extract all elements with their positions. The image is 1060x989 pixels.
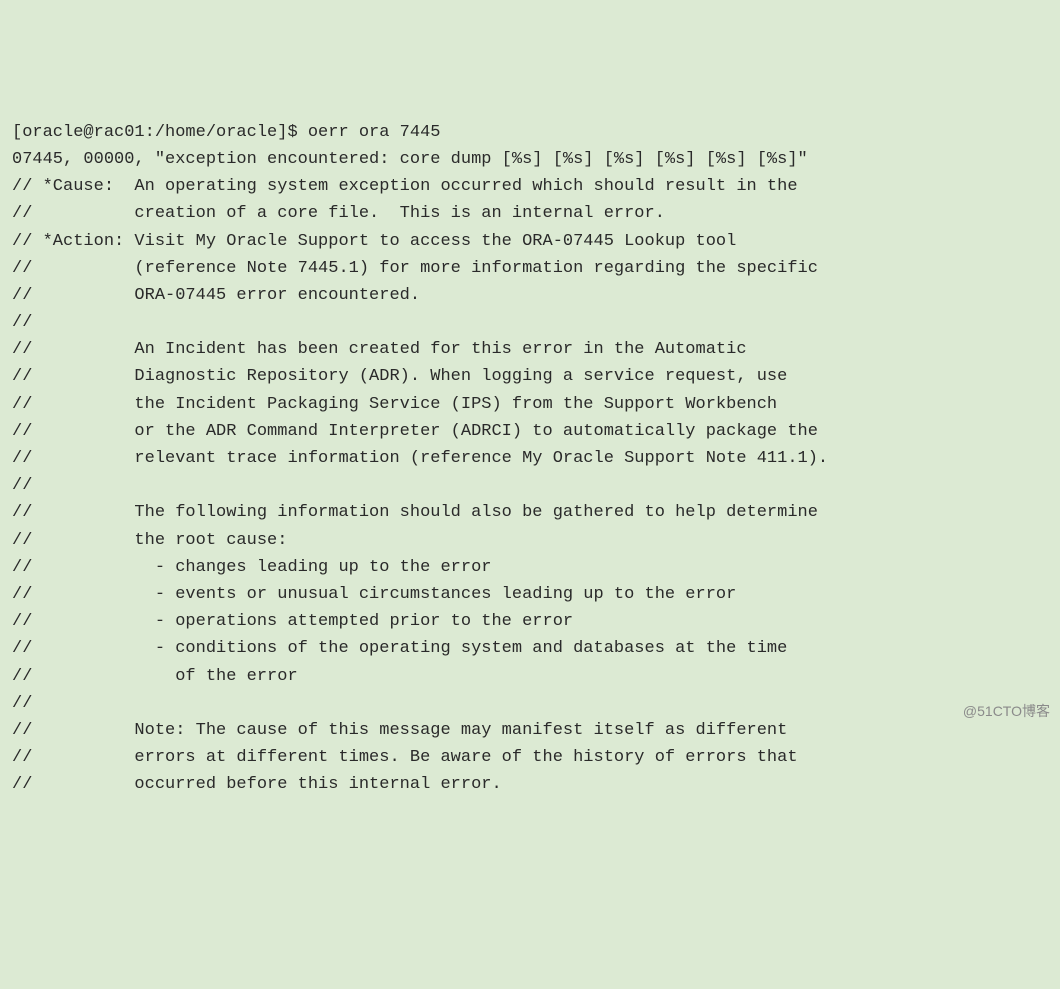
terminal-output: [oracle@rac01:/home/oracle]$ oerr ora 74… [12, 119, 1048, 799]
terminal-line: // An Incident has been created for this… [12, 336, 1048, 363]
terminal-line: // Diagnostic Repository (ADR). When log… [12, 363, 1048, 390]
terminal-line: // *Action: Visit My Oracle Support to a… [12, 228, 1048, 255]
terminal-line: // or the ADR Command Interpreter (ADRCI… [12, 418, 1048, 445]
terminal-line: // creation of a core file. This is an i… [12, 200, 1048, 227]
terminal-line: // - changes leading up to the error [12, 554, 1048, 581]
terminal-line: // relevant trace information (reference… [12, 445, 1048, 472]
terminal-line: // The following information should also… [12, 499, 1048, 526]
terminal-line: // [12, 309, 1048, 336]
terminal-line: // the Incident Packaging Service (IPS) … [12, 391, 1048, 418]
terminal-line: // [12, 472, 1048, 499]
terminal-line: // Note: The cause of this message may m… [12, 717, 1048, 744]
terminal-line: // (reference Note 7445.1) for more info… [12, 255, 1048, 282]
terminal-line: // - operations attempted prior to the e… [12, 608, 1048, 635]
watermark-text: @51CTO博客 [963, 700, 1050, 722]
terminal-line: // errors at different times. Be aware o… [12, 744, 1048, 771]
terminal-line: // occurred before this internal error. [12, 771, 1048, 798]
terminal-line: [oracle@rac01:/home/oracle]$ oerr ora 74… [12, 119, 1048, 146]
terminal-line: // the root cause: [12, 527, 1048, 554]
terminal-line: // [12, 690, 1048, 717]
terminal-line: // *Cause: An operating system exception… [12, 173, 1048, 200]
terminal-line: // - events or unusual circumstances lea… [12, 581, 1048, 608]
terminal-line: // of the error [12, 663, 1048, 690]
terminal-line: 07445, 00000, "exception encountered: co… [12, 146, 1048, 173]
terminal-line: // - conditions of the operating system … [12, 635, 1048, 662]
terminal-line: // ORA-07445 error encountered. [12, 282, 1048, 309]
